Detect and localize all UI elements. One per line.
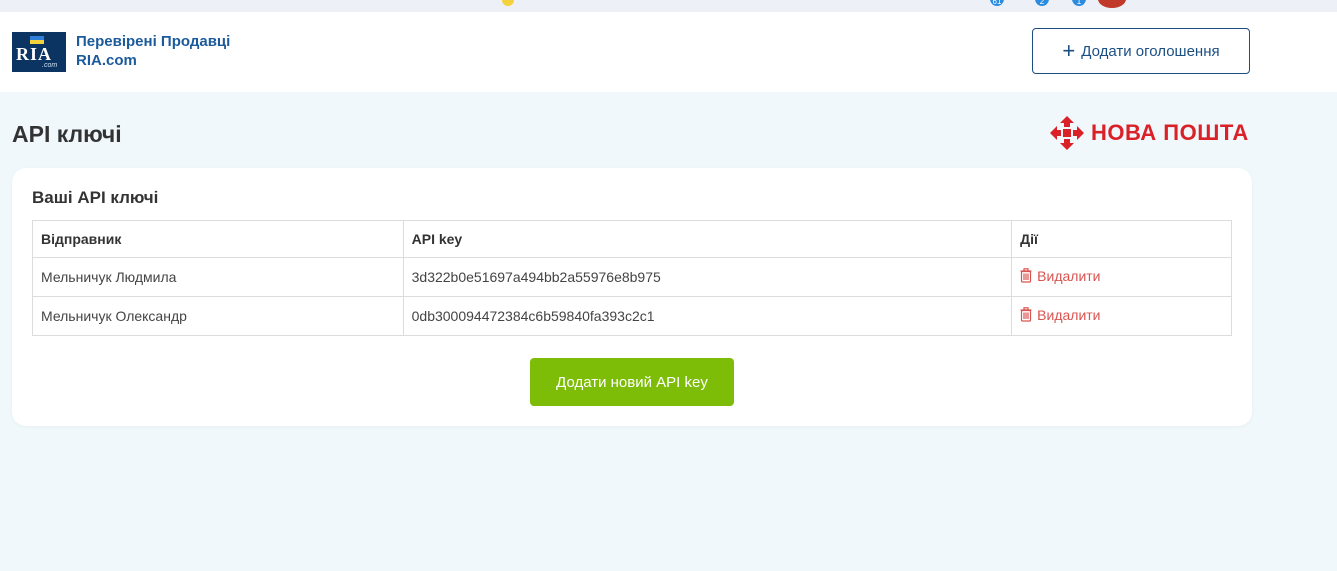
brand-title[interactable]: Перевірені Продавці RIA.com xyxy=(76,32,230,70)
page-title: API ключі xyxy=(12,121,122,147)
actions-cell: Видалити xyxy=(1011,296,1232,336)
add-api-key-button[interactable]: Додати новий API key xyxy=(530,358,734,406)
column-header-actions: Дії xyxy=(1011,220,1232,258)
sender-cell: Мельничук Людмила xyxy=(32,257,404,297)
favorites-badge[interactable]: 1 xyxy=(1072,0,1086,6)
notifications-badge[interactable]: 61 xyxy=(990,0,1004,6)
brand-line-2: RIA.com xyxy=(76,52,137,69)
ria-logo[interactable]: RIA .com xyxy=(12,32,66,72)
sender-cell: Мельничук Олександр xyxy=(32,296,404,336)
nova-poshta-text: НОВА ПОШТА xyxy=(1091,120,1249,145)
api-keys-table: Відправник API key Дії Мельничук Людмила… xyxy=(32,220,1232,336)
delete-label: Видалити xyxy=(1037,306,1101,323)
actions-cell: Видалити xyxy=(1011,257,1232,297)
user-avatar[interactable] xyxy=(1098,0,1126,8)
delete-button[interactable]: Видалити xyxy=(1020,306,1101,323)
brand-line-1: Перевірені Продавці xyxy=(76,33,231,50)
column-header-api-key: API key xyxy=(402,220,1013,258)
add-ad-label: Додати оголошення xyxy=(1081,42,1220,60)
nova-poshta-icon xyxy=(1050,116,1084,150)
trash-icon xyxy=(1020,307,1032,322)
api-key-cell: 0db300094472384c6b59840fa393c2c1 xyxy=(402,296,1013,336)
delete-button[interactable]: Видалити xyxy=(1020,267,1101,284)
plus-icon: + xyxy=(1062,38,1076,63)
api-key-cell: 3d322b0e51697a494bb2a55976e8b975 xyxy=(402,257,1013,297)
table-row: Мельничук Людмила 3d322b0e51697a494bb2a5… xyxy=(32,257,1232,297)
column-header-sender: Відправник xyxy=(32,220,404,258)
table-header-row: Відправник API key Дії xyxy=(32,220,1232,258)
trash-icon xyxy=(1020,268,1032,283)
delete-label: Видалити xyxy=(1037,267,1101,284)
ukraine-flag-icon xyxy=(502,0,514,6)
top-navigation-strip: 61 2 1 xyxy=(0,0,1337,12)
site-header: RIA .com Перевірені Продавці RIA.com + Д… xyxy=(0,12,1337,92)
api-keys-card: Ваші API ключі Відправник API key Дії Ме… xyxy=(12,168,1252,426)
nova-poshta-logo: НОВА ПОШТА xyxy=(1049,115,1249,151)
table-row: Мельничук Олександр 0db300094472384c6b59… xyxy=(32,296,1232,336)
logo-subtext: .com xyxy=(42,62,58,69)
card-title: Ваші API ключі xyxy=(32,188,159,207)
messages-badge[interactable]: 2 xyxy=(1035,0,1049,6)
add-ad-button[interactable]: + Додати оголошення xyxy=(1032,28,1250,74)
